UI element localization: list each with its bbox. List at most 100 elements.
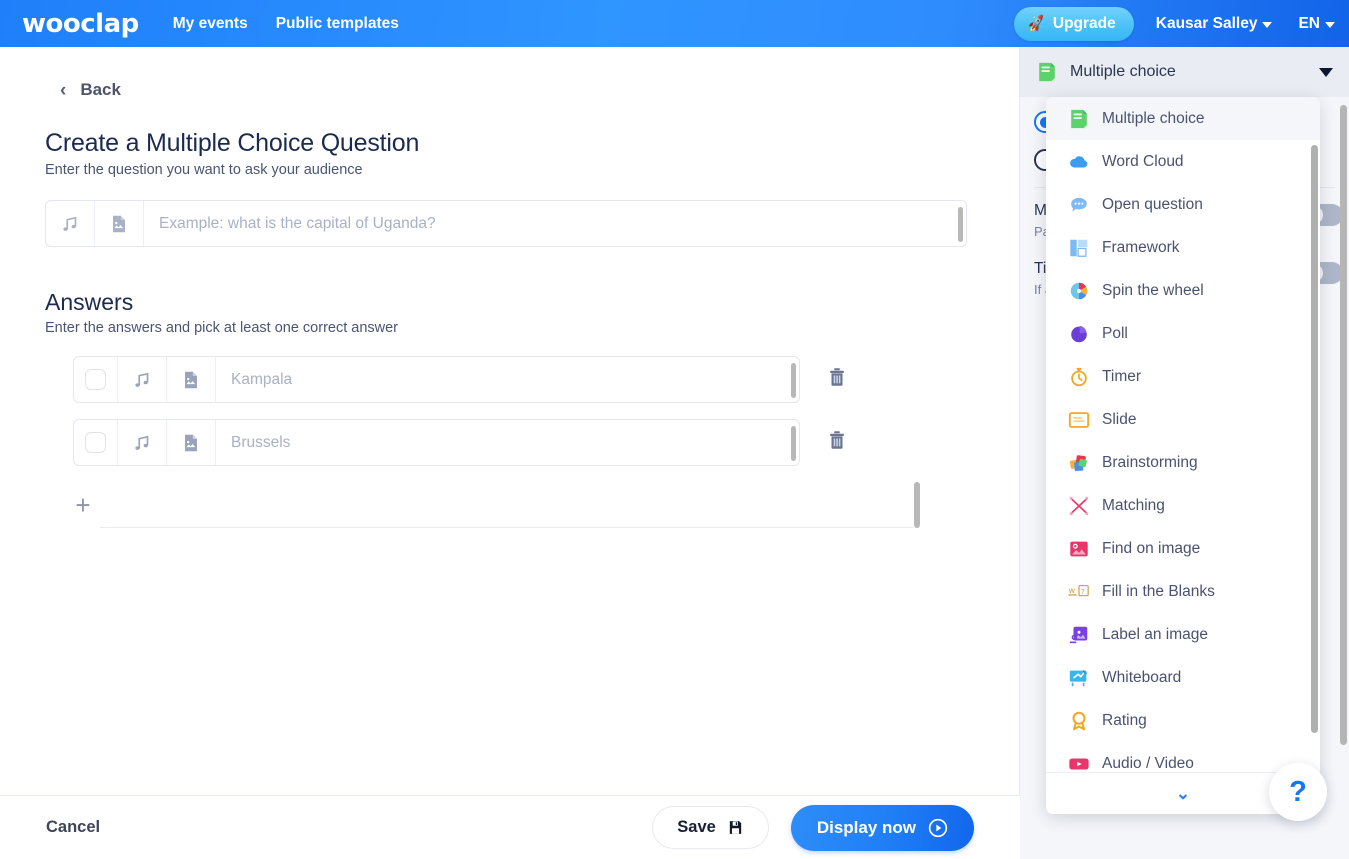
dropdown-item-label: Fill in the Blanks: [1102, 582, 1215, 600]
floppy-disk-icon: [729, 821, 741, 834]
display-now-button[interactable]: Display now: [790, 804, 974, 851]
dropdown-item-spin-the-wheel[interactable]: Spin the wheel: [1046, 269, 1320, 312]
dropdown-item-label-an-image[interactable]: Label an image: [1046, 613, 1320, 656]
language-selector[interactable]: EN: [1298, 15, 1335, 33]
chevron-down-icon: [1325, 21, 1335, 28]
answer-image-button[interactable]: [167, 420, 216, 465]
answer-field: [73, 356, 800, 403]
dropdown-item-multiple-choice[interactable]: Multiple choice: [1046, 97, 1320, 140]
app-root: wooclap My events Public templates 🚀 Upg…: [0, 0, 1349, 859]
dropdown-item-label: Whiteboard: [1102, 668, 1182, 686]
help-label: ?: [1289, 775, 1307, 808]
back-button[interactable]: ‹ Back: [60, 80, 160, 100]
answer-row: [73, 356, 1019, 403]
dropdown-item-poll[interactable]: Poll: [1046, 312, 1320, 355]
dropdown-item-open-question[interactable]: Open question: [1046, 183, 1320, 226]
question-input[interactable]: [144, 201, 966, 246]
chevron-left-icon: ‹: [60, 79, 67, 101]
dropdown-item-slide[interactable]: Slide: [1046, 398, 1320, 441]
upgrade-label: Upgrade: [1052, 14, 1116, 32]
answer-correct-toggle[interactable]: [74, 357, 118, 402]
action-footer: Cancel Save Display now: [0, 795, 1020, 859]
question-type-selector[interactable]: Multiple choice: [1020, 47, 1349, 97]
slide-icon: [1068, 411, 1090, 428]
answer-field-scrollbar[interactable]: [791, 426, 796, 461]
nav-public-templates[interactable]: Public templates: [276, 15, 399, 33]
answer-correct-toggle[interactable]: [74, 420, 118, 465]
page-title: Create a Multiple Choice Question: [45, 129, 420, 157]
nav-right-group: 🚀 Upgrade Kausar Salley EN: [1014, 6, 1349, 41]
dropdown-item-label: Open question: [1102, 195, 1203, 213]
question-field-scrollbar[interactable]: [958, 207, 963, 242]
dropdown-item-rating[interactable]: Rating: [1046, 699, 1320, 742]
dropdown-item-label: Audio / Video: [1102, 754, 1194, 772]
checkbox-icon: [85, 369, 106, 390]
trash-icon: [830, 431, 844, 449]
answer-input[interactable]: [216, 420, 799, 465]
chevron-down-icon: [1262, 21, 1273, 28]
save-button[interactable]: Save: [652, 806, 769, 849]
dropdown-item-label: Label an image: [1102, 625, 1208, 643]
spin-the-wheel-icon: [1070, 282, 1088, 299]
dropdown-item-fill-in-the-blanks[interactable]: w ? Fill in the Blanks: [1046, 570, 1320, 613]
framework-icon: [1070, 239, 1088, 257]
timer-icon: [1071, 367, 1087, 386]
help-button[interactable]: ?: [1269, 763, 1327, 821]
display-label: Display now: [816, 817, 916, 837]
dropdown-item-timer[interactable]: Timer: [1046, 355, 1320, 398]
dropdown-item-matching[interactable]: Matching: [1046, 484, 1320, 527]
panel-scrollbar[interactable]: [1340, 105, 1347, 745]
save-label: Save: [677, 818, 716, 836]
word-cloud-icon: [1070, 155, 1088, 167]
dropdown-item-brainstorming[interactable]: Brainstorming: [1046, 441, 1320, 484]
delete-answer-button[interactable]: [826, 429, 848, 456]
user-name-label: Kausar Salley: [1155, 14, 1258, 32]
add-answer-row[interactable]: +: [66, 482, 920, 528]
open-question-icon: [1071, 197, 1087, 211]
dropdown-item-label: Multiple choice: [1102, 109, 1205, 127]
music-note-icon: [63, 216, 77, 231]
checkbox-icon: [85, 432, 106, 453]
question-image-button[interactable]: [95, 201, 144, 246]
multiple-choice-icon: [1071, 109, 1087, 128]
dropdown-item-label: Spin the wheel: [1102, 281, 1204, 299]
matching-icon: [1069, 496, 1089, 515]
dropdown-item-label: Timer: [1102, 367, 1142, 385]
answer-field-scrollbar[interactable]: [791, 363, 796, 398]
label-an-image-icon: [1069, 626, 1088, 643]
answer-audio-button[interactable]: [118, 357, 167, 402]
wooclap-logo[interactable]: wooclap: [22, 9, 139, 39]
delete-answer-button[interactable]: [826, 366, 848, 393]
dropdown-item-label: Word Cloud: [1102, 152, 1184, 170]
dropdown-item-audio-video[interactable]: Audio / Video: [1046, 742, 1320, 772]
dropdown-item-find-on-image[interactable]: Find on image: [1046, 527, 1320, 570]
fill-in-blanks-icon: w ?: [1068, 584, 1089, 596]
poll-icon: [1071, 325, 1087, 342]
nav-my-events[interactable]: My events: [173, 15, 248, 33]
add-row-scrollbar[interactable]: [914, 482, 920, 528]
answer-audio-button[interactable]: [118, 420, 167, 465]
answer-image-button[interactable]: [167, 357, 216, 402]
page-subtitle: Enter the question you want to ask your …: [45, 162, 363, 178]
play-circle-icon: [928, 818, 948, 837]
question-type-dropdown: Multiple choice Word Cloud Open question: [1046, 97, 1320, 814]
language-label: EN: [1298, 14, 1320, 32]
dropdown-item-label: Slide: [1102, 410, 1137, 428]
answers-list: +: [0, 356, 1019, 528]
audio-video-icon: [1069, 758, 1089, 769]
image-file-icon: [185, 371, 197, 388]
dropdown-item-label: Matching: [1102, 496, 1165, 514]
user-menu[interactable]: Kausar Salley: [1156, 15, 1273, 33]
upgrade-button[interactable]: 🚀 Upgrade: [1014, 6, 1134, 41]
question-audio-button[interactable]: [46, 201, 95, 246]
main-content: ‹ Back Create a Multiple Choice Question…: [0, 47, 1020, 859]
answer-input[interactable]: [216, 357, 799, 402]
rating-icon: [1072, 711, 1086, 730]
dropdown-item-word-cloud[interactable]: Word Cloud: [1046, 140, 1320, 183]
cancel-button[interactable]: Cancel: [46, 818, 100, 837]
dropdown-item-whiteboard[interactable]: Whiteboard: [1046, 656, 1320, 699]
trash-icon: [830, 368, 844, 386]
dropdown-item-framework[interactable]: Framework: [1046, 226, 1320, 269]
answers-subtitle: Enter the answers and pick at least one …: [45, 320, 399, 336]
dropdown-scrollbar[interactable]: [1311, 145, 1318, 733]
